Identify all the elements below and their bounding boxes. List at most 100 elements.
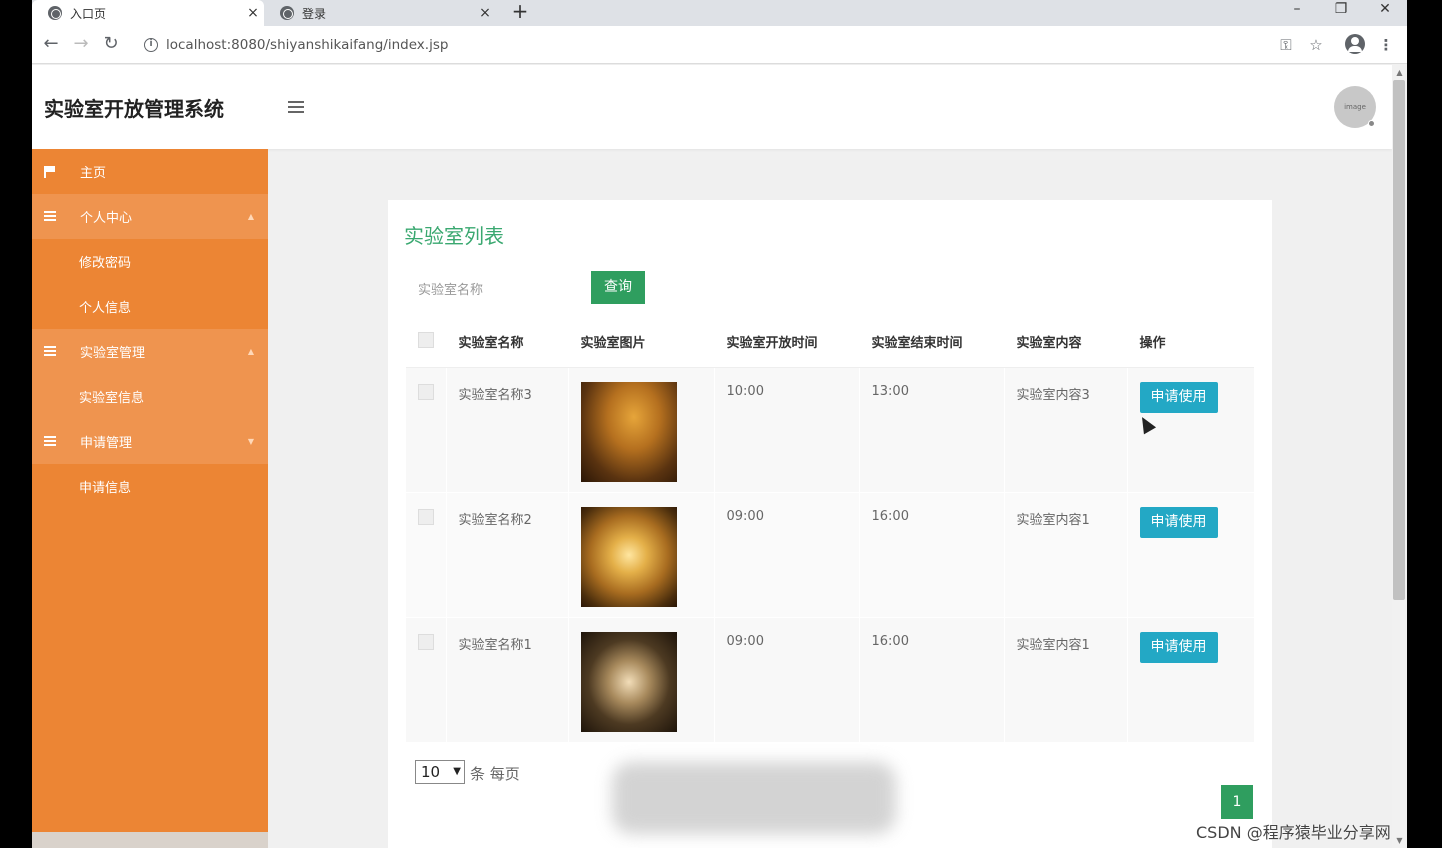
lab-image [580, 506, 677, 607]
sidebar-item-label: 实验室信息 [79, 391, 145, 406]
star-icon[interactable]: ☆ [1304, 33, 1328, 57]
tab-entry-page[interactable]: 入口页 × [32, 0, 264, 26]
column-header: 实验室开放时间 [713, 317, 859, 368]
scroll-down-icon[interactable]: ▼ [1392, 834, 1407, 848]
open-time-cell: 09:00 [713, 492, 859, 618]
sidebar-item-home[interactable]: 主页 [32, 149, 268, 194]
lab-content-cell: 实验室内容3 [1003, 367, 1127, 493]
apply-button[interactable]: 申请使用 [1139, 631, 1218, 663]
sidebar-item-lab-management[interactable]: 实验室管理 ▲ [32, 329, 268, 374]
lab-image-cell [567, 367, 714, 493]
table-row: 实验室名称2 09:00 16:00 实验室内容1 申请使用 [406, 492, 1254, 618]
lab-image [580, 381, 677, 482]
sidebar-item-personal-info[interactable]: 个人信息 [32, 284, 268, 329]
row-checkbox[interactable] [418, 633, 434, 650]
lab-list-card: 实验室列表 查询 实验室名称 实验室图片 实验室开放时间 实验室结束时间 实验室… [388, 200, 1272, 848]
apply-button[interactable]: 申请使用 [1139, 381, 1218, 413]
sidebar-item-application-management[interactable]: 申请管理 ▼ [32, 419, 268, 464]
scroll-up-icon[interactable]: ▲ [1392, 66, 1407, 80]
sidebar-item-label: 修改密码 [79, 256, 132, 271]
grid-icon [44, 436, 56, 447]
menu-dots-icon[interactable]: ⋮ [1374, 33, 1398, 57]
sidebar-item-personal-center[interactable]: 个人中心 ▲ [32, 194, 268, 239]
chevron-down-icon: ▼ [453, 766, 461, 777]
row-checkbox[interactable] [418, 508, 434, 525]
page-title: 实验室列表 [404, 224, 504, 248]
sidebar-item-application-info[interactable]: 申请信息 [32, 464, 268, 509]
browser-window: 入口页 × 登录 × + – ❐ ✕ ← → ↻ i localhost:808… [32, 0, 1407, 848]
lab-content-cell: 实验室内容1 [1003, 492, 1127, 618]
lab-image-cell [567, 492, 714, 618]
open-time-cell: 09:00 [713, 617, 859, 743]
caret-up-icon: ▲ [247, 347, 254, 356]
tab-label: 登录 [302, 6, 327, 21]
tab-label: 入口页 [70, 6, 107, 21]
grid-icon [44, 346, 56, 357]
minimize-button[interactable]: – [1277, 0, 1317, 22]
lab-table: 实验室名称 实验室图片 实验室开放时间 实验室结束时间 实验室内容 操作 实验室… [406, 317, 1254, 743]
globe-icon [280, 6, 294, 20]
sidebar-item-label: 申请信息 [79, 481, 132, 496]
table-row: 实验室名称3 10:00 13:00 实验室内容3 申请使用 [406, 367, 1254, 493]
close-time-cell: 13:00 [858, 367, 1004, 493]
sidebar-item-label: 主页 [80, 166, 107, 181]
watermark: CSDN @程序猿毕业分享网 [1196, 823, 1391, 842]
caret-up-icon: ▲ [247, 212, 254, 221]
globe-icon [48, 6, 62, 20]
key-icon[interactable]: ⚿ [1274, 33, 1298, 57]
address-bar[interactable]: i localhost:8080/shiyanshikaifang/index.… [132, 32, 1332, 58]
lab-image-cell [567, 617, 714, 743]
per-page-label: 条 每页 [470, 765, 520, 783]
select-all-cell [406, 317, 446, 368]
back-button[interactable]: ← [38, 32, 64, 58]
lab-name-search-input[interactable] [418, 278, 588, 302]
reload-button[interactable]: ↻ [98, 32, 124, 58]
query-button[interactable]: 查询 [591, 271, 645, 304]
sidebar-item-label: 个人中心 [80, 211, 133, 226]
lab-name-cell: 实验室名称3 [445, 367, 568, 493]
column-header: 操作 [1126, 317, 1254, 368]
restore-button[interactable]: ❐ [1321, 0, 1361, 22]
page-size-value: 10 [421, 763, 441, 781]
forward-button[interactable]: → [68, 32, 94, 58]
sidebar-item-label: 申请管理 [80, 436, 133, 451]
lab-content-cell: 实验室内容1 [1003, 617, 1127, 743]
blurred-region [612, 762, 896, 834]
apply-button[interactable]: 申请使用 [1139, 506, 1218, 538]
column-header: 实验室结束时间 [858, 317, 1004, 368]
scroll-thumb[interactable] [1393, 80, 1405, 600]
close-time-cell: 16:00 [858, 617, 1004, 743]
select-all-checkbox[interactable] [418, 331, 434, 348]
caret-down-icon: ▼ [247, 437, 254, 446]
column-header: 实验室内容 [1003, 317, 1127, 368]
browser-toolbar: ← → ↻ i localhost:8080/shiyanshikaifang/… [32, 26, 1407, 64]
close-icon[interactable]: × [242, 5, 264, 21]
open-time-cell: 10:00 [713, 367, 859, 493]
close-time-cell: 16:00 [858, 492, 1004, 618]
row-checkbox[interactable] [418, 383, 434, 400]
tab-bar: 入口页 × 登录 × + – ❐ ✕ [32, 0, 1407, 26]
sidebar-item-lab-info[interactable]: 实验室信息 [32, 374, 268, 419]
window-close-button[interactable]: ✕ [1365, 0, 1405, 22]
page-button-current[interactable]: 1 [1221, 785, 1253, 819]
app-header: 实验室开放管理系统 image [32, 65, 1392, 149]
new-tab-button[interactable]: + [508, 0, 532, 26]
sidebar-item-label: 个人信息 [79, 301, 132, 316]
info-icon[interactable]: i [144, 38, 158, 52]
profile-icon[interactable] [1345, 34, 1365, 54]
sidebar-item-change-password[interactable]: 修改密码 [32, 239, 268, 284]
url-text[interactable]: localhost:8080/shiyanshikaifang/index.js… [166, 37, 448, 53]
lab-image [580, 631, 677, 732]
sidebar-footer [32, 832, 268, 848]
sidebar: 主页 个人中心 ▲ 修改密码 个人信息 实验室管理 ▲ 实验室信息 申请管理 ▼… [32, 149, 268, 848]
hamburger-menu-icon[interactable] [288, 101, 304, 114]
sidebar-item-label: 实验室管理 [80, 346, 146, 361]
app-title: 实验室开放管理系统 [44, 97, 224, 121]
close-icon[interactable]: × [474, 5, 496, 21]
table-header-row: 实验室名称 实验室图片 实验室开放时间 实验室结束时间 实验室内容 操作 [406, 317, 1254, 368]
tab-login[interactable]: 登录 × [264, 0, 496, 26]
lab-name-cell: 实验室名称2 [445, 492, 568, 618]
online-status-dot [1368, 120, 1375, 127]
table-row: 实验室名称1 09:00 16:00 实验室内容1 申请使用 [406, 617, 1254, 743]
page-size-select[interactable]: 10 ▼ [415, 760, 465, 784]
